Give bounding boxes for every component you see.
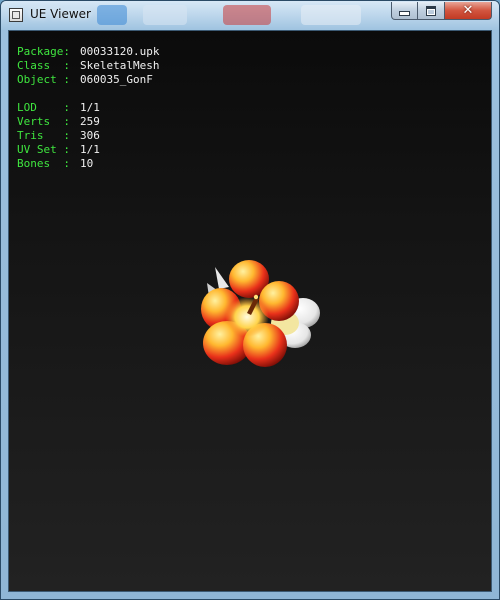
info-row-verts: Verts : 259 xyxy=(17,115,159,129)
app-window-icon[interactable] xyxy=(9,8,23,22)
info-label: Bones : xyxy=(17,157,70,170)
minimize-icon xyxy=(399,11,410,16)
info-row-object: Object : 060035_GonF xyxy=(17,73,159,87)
info-label: Verts : xyxy=(17,115,70,128)
info-value: 060035_GonF xyxy=(80,73,153,86)
close-button[interactable]: ✕ xyxy=(445,2,492,20)
info-value: 00033120.upk xyxy=(80,45,160,58)
render-viewport[interactable]: Package: 00033120.upk Class : SkeletalMe… xyxy=(8,30,492,592)
mesh-info-panel: Package: 00033120.upk Class : SkeletalMe… xyxy=(17,45,159,171)
info-value: 259 xyxy=(80,115,100,128)
minimize-button[interactable] xyxy=(391,2,418,20)
background-blur xyxy=(223,5,271,25)
info-value: 306 xyxy=(80,129,100,142)
maximize-button[interactable] xyxy=(418,2,445,20)
info-row-lod: LOD : 1/1 xyxy=(17,101,159,115)
flower-mesh-render[interactable] xyxy=(185,253,335,383)
info-value: SkeletalMesh xyxy=(80,59,160,72)
background-blur xyxy=(301,5,361,25)
info-value: 1/1 xyxy=(80,143,100,156)
window-title: UE Viewer xyxy=(30,7,91,21)
info-row-uvset: UV Set : 1/1 xyxy=(17,143,159,157)
info-row-tris: Tris : 306 xyxy=(17,129,159,143)
info-row-class: Class : SkeletalMesh xyxy=(17,59,159,73)
info-label: LOD : xyxy=(17,101,70,114)
info-row-package: Package: 00033120.upk xyxy=(17,45,159,59)
info-label: Class : xyxy=(17,59,70,72)
background-blur xyxy=(97,5,127,25)
maximize-icon xyxy=(426,5,436,16)
title-bar[interactable]: UE Viewer ✕ xyxy=(1,1,499,30)
info-row-bones: Bones : 10 xyxy=(17,157,159,171)
info-label: Tris : xyxy=(17,129,70,142)
info-value: 10 xyxy=(80,157,94,170)
info-label: UV Set : xyxy=(17,143,70,156)
red-flower xyxy=(201,260,299,367)
app-window: UE Viewer ✕ Package: 00033120.upk Class … xyxy=(0,0,500,600)
info-label: Object : xyxy=(17,73,70,86)
close-icon: ✕ xyxy=(462,3,474,18)
info-label: Package: xyxy=(17,45,70,58)
background-blur xyxy=(143,5,187,25)
info-value: 1/1 xyxy=(80,101,100,114)
